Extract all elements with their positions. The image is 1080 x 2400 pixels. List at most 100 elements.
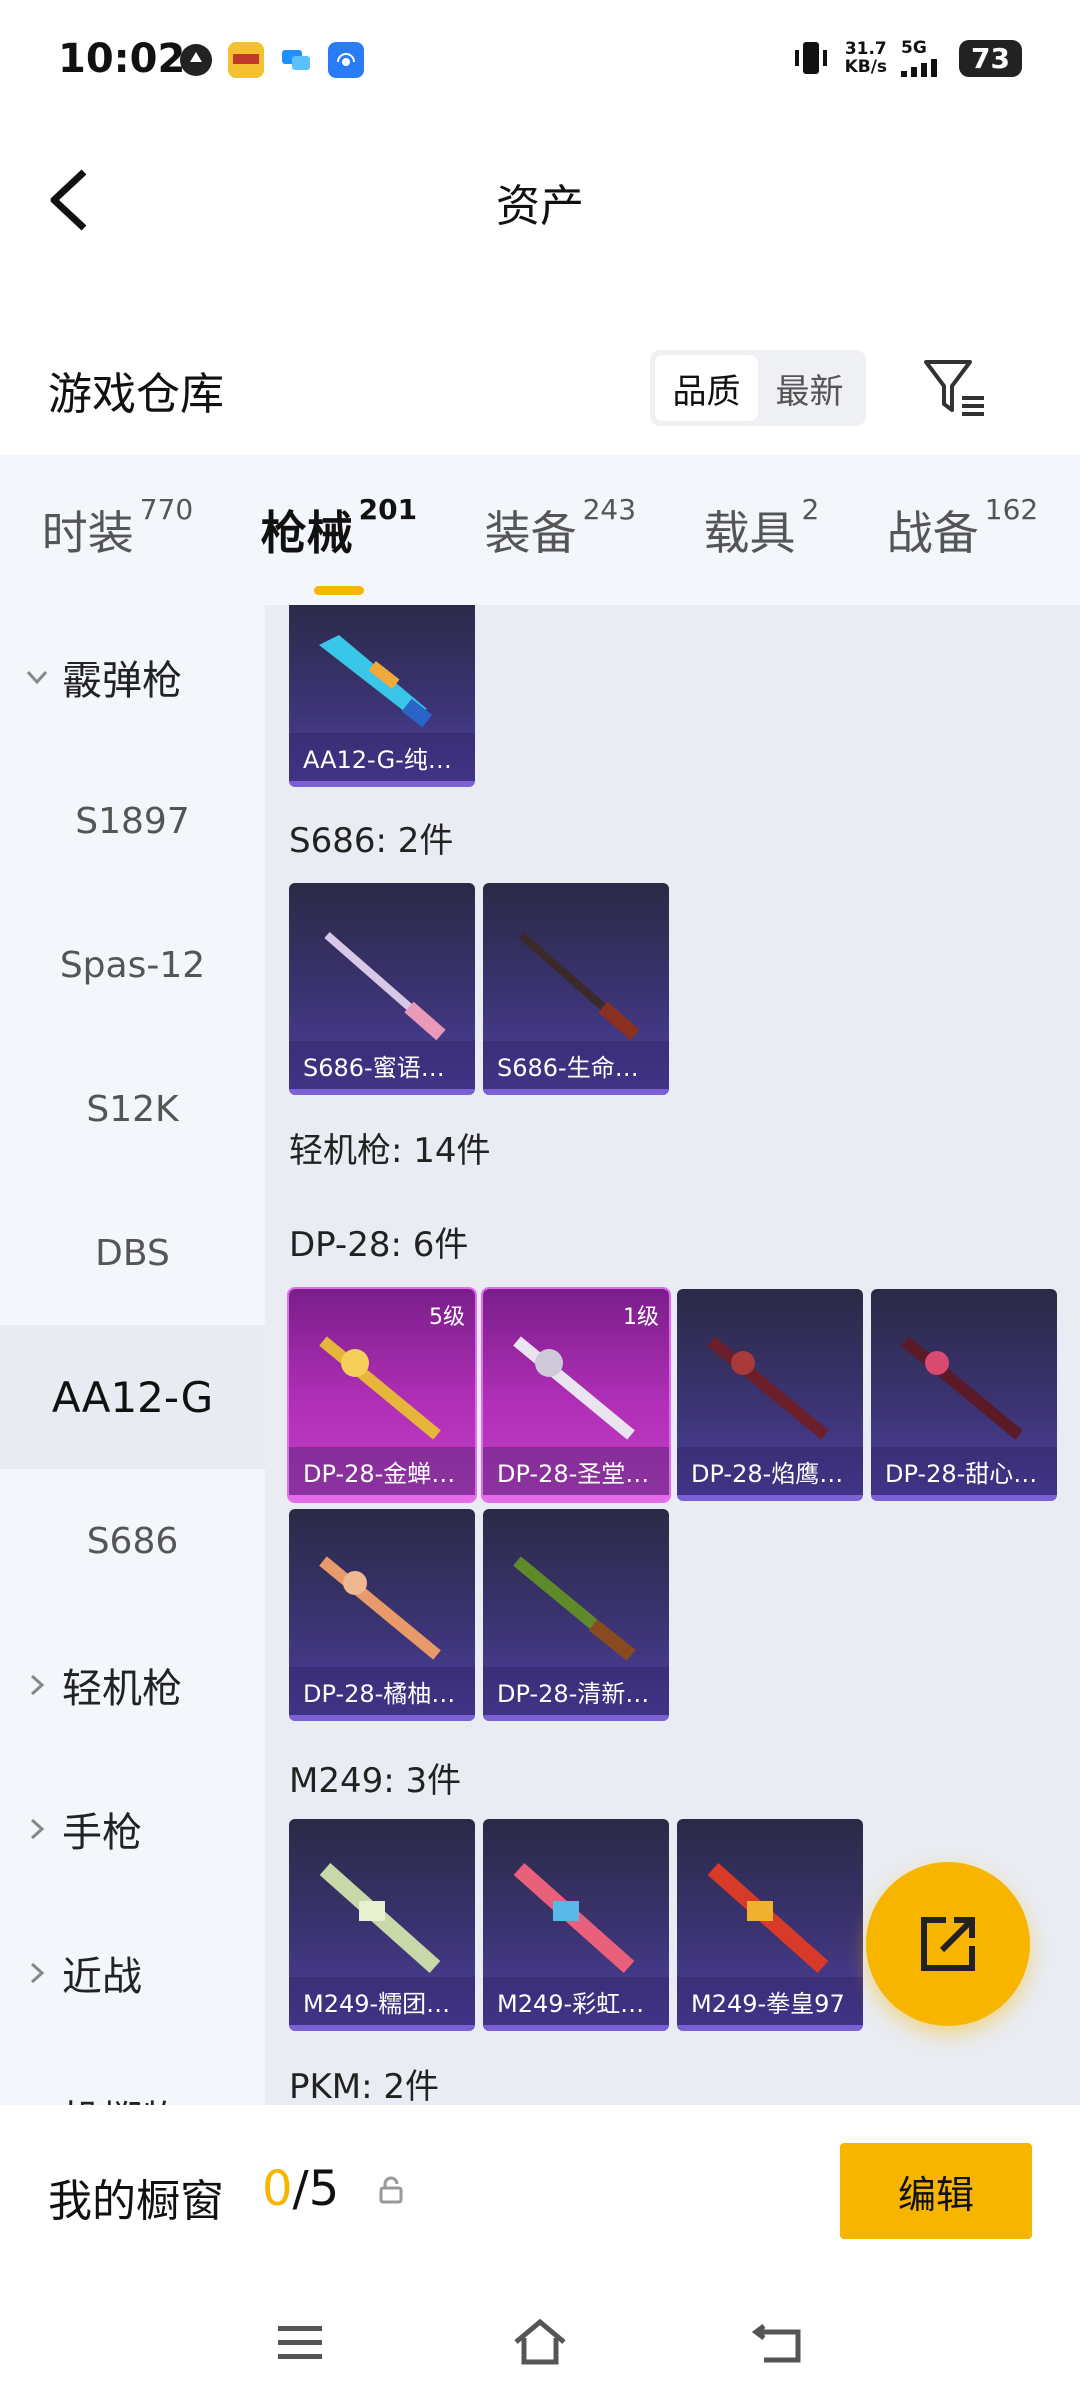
category-tabs: 时装 770 枪械 201 装备 243 载具 2 战备 162 [0,455,1080,605]
tab-supplies[interactable]: 战备 162 [886,493,1038,563]
weapon-skin-image [319,1863,441,1973]
weapon-skin-image [319,1556,441,1660]
tab-vehicles[interactable]: 载具 2 [703,493,820,563]
weapon-category-sidebar: 霰弹枪 S1897 Spas-12 S12K DBS AA12-G S686 轻… [0,605,265,2105]
tab-count: 243 [582,493,637,526]
weapon-skin-image [513,1336,635,1440]
weapon-skin-name: DP-28-甜心… [871,1447,1057,1495]
sidebar-item-label: S686 [86,1520,179,1562]
weapon-skin-name: DP-28-金蝉… [289,1447,475,1495]
tab-label: 载具 [703,506,796,560]
weapon-skin-image [513,1863,635,1973]
weapon-skin-name: M249-糯团… [289,1977,475,2025]
sidebar-item-label: AA12-G [51,1372,214,1422]
weapon-skin-name: DP-28-清新… [483,1667,669,1715]
sidebar-item-s686[interactable]: S686 [0,1469,265,1613]
sidebar-item-label: Spas-12 [59,944,206,986]
sidebar-item-label: S12K [86,1088,179,1130]
filter-icon[interactable] [920,352,992,424]
signal-icon [901,59,938,77]
tab-count: 162 [984,493,1039,526]
page-header: 资产 [0,130,1080,270]
chevron-right-icon [30,1962,45,1984]
weapon-skin-name: M249-拳皇97 [677,1977,863,2025]
weapon-skin-card[interactable]: M249-糯团… [289,1819,475,2031]
section-title-dp28: DP-28: 6件 [289,1225,469,1265]
weapon-skin-name: S686-生命… [483,1041,669,1089]
showcase-bar: 我的橱窗 0/5 编辑 [0,2105,1080,2280]
share-external-icon [921,1917,975,1971]
weapon-skin-image [518,931,640,1041]
tab-equipment[interactable]: 装备 243 [485,493,636,563]
sidebar-item-spas12[interactable]: Spas-12 [0,893,265,1037]
app-notification-icon [180,44,212,76]
sidebar-item-label: 投掷物 [62,2088,182,2105]
sidebar-group-pistol[interactable]: 手枪 [0,1757,265,1901]
weapon-skin-image [319,1336,441,1440]
tab-label: 枪械 [260,506,353,560]
status-right: 31.7 KB/s 5G 73 [791,38,1022,78]
showcase-count: 0/5 [262,2161,339,2217]
sidebar-group-melee[interactable]: 近战 [0,1901,265,2045]
sidebar-item-label: 轻机枪 [62,1666,182,1712]
back-icon[interactable] [750,2312,810,2372]
weapon-skin-card[interactable]: DP-28-甜心… [871,1289,1057,1501]
weapon-skin-image [513,1556,636,1661]
lock-icon [379,2176,403,2204]
weapon-skin-card[interactable]: AA12-G-纯… [289,605,475,787]
tab-label: 战备 [886,506,979,560]
sidebar-item-label: DBS [95,1232,170,1274]
showcase-title: 我的橱窗 [48,2176,224,2227]
battery-indicator: 73 [959,39,1022,77]
net-speed-value: 31.7 [844,39,887,59]
sidebar-item-dbs[interactable]: DBS [0,1181,265,1325]
sidebar-item-label: S1897 [75,800,190,842]
weapon-skin-card[interactable]: DP-28-橘柚… [289,1509,475,1721]
sidebar-group-throwable[interactable]: 投掷物 [0,2045,265,2105]
sidebar-item-aa12g[interactable]: AA12-G [0,1325,265,1469]
sidebar-item-label: 近战 [62,1954,142,2000]
menu-icon[interactable] [270,2312,330,2372]
weapon-skin-name: AA12-G-纯… [289,733,475,781]
signal: 5G [901,39,945,77]
weapon-skin-card[interactable]: 1级 DP-28-圣堂… [481,1287,671,1503]
sort-toggle: 品质 最新 [650,350,866,426]
showcase-max: /5 [292,2161,340,2217]
edit-button[interactable]: 编辑 [840,2143,1032,2239]
weapon-skin-card[interactable]: M249-彩虹… [483,1819,669,2031]
sidebar-group-shotgun[interactable]: 霰弹枪 [0,605,265,749]
weapon-skin-card[interactable]: 5级 DP-28-金蝉… [287,1287,477,1503]
weapon-skin-card[interactable]: DP-28-焰鹰… [677,1289,863,1501]
system-nav-bar [0,2280,1080,2400]
weapon-skin-card[interactable]: M249-拳皇97 [677,1819,863,2031]
weapon-skin-card[interactable]: S686-蜜语… [289,883,475,1095]
sidebar-item-label: 霰弹枪 [62,658,182,704]
net-speed: 31.7 KB/s [845,40,887,76]
sidebar-group-lmg[interactable]: 轻机枪 [0,1613,265,1757]
tab-label: 时装 [41,506,134,560]
showcase-current: 0 [262,2161,293,2217]
warehouse-header: 游戏仓库 品质 最新 [0,330,1080,450]
tab-fashion[interactable]: 时装 770 [41,493,193,563]
section-title-pkm: PKM: 2件 [289,2067,440,2105]
weapon-skin-card[interactable]: DP-28-清新… [483,1509,669,1721]
weapon-skin-image [319,635,433,728]
section-title-s686: S686: 2件 [289,821,454,861]
weapon-skin-card[interactable]: S686-生命… [483,883,669,1095]
sort-newest-button[interactable]: 最新 [758,355,861,421]
chevron-right-icon [30,1818,45,1840]
weapon-skin-name: S686-蜜语… [289,1041,475,1089]
weapon-skin-name: M249-彩虹… [483,1977,669,2025]
chevron-down-icon [26,670,48,685]
game-notification-icon [228,42,264,78]
tab-count: 2 [801,493,820,526]
sidebar-item-s12k[interactable]: S12K [0,1037,265,1181]
tab-guns[interactable]: 枪械 201 [260,493,417,595]
weapon-skin-name: DP-28-焰鹰… [677,1447,863,1495]
sort-quality-button[interactable]: 品质 [655,355,758,421]
home-icon[interactable] [510,2312,570,2372]
share-fab-button[interactable] [866,1862,1030,2026]
section-title-m249: M249: 3件 [289,1761,462,1801]
section-title-lmg: 轻机枪: 14件 [289,1131,491,1171]
sidebar-item-s1897[interactable]: S1897 [0,749,265,893]
